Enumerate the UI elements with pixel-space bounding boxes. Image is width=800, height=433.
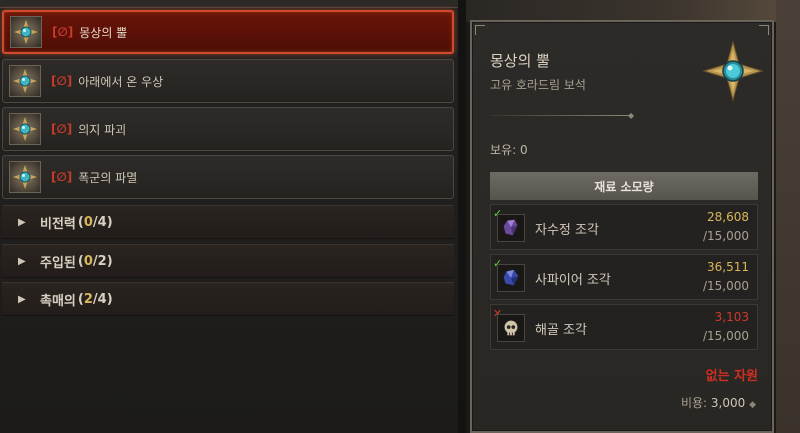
horadric-gem-icon	[9, 161, 41, 193]
category-label: 비전력	[40, 216, 76, 232]
cost-label: 비용:	[680, 396, 708, 410]
tooltip-subtitle: 고유 호라드림 보석	[490, 78, 586, 92]
material-have: 36,511	[707, 260, 749, 274]
horadric-gem-icon	[9, 65, 41, 97]
material-row: ✓ 사파이어 조각 36,511 /15,000	[490, 254, 758, 300]
list-top-edge	[0, 0, 458, 8]
gem-tooltip: 몽상의 뿔 고유 호라드림 보석 ◆ 보유: 0 재료 소모량 ✓ 자수정 조각…	[470, 20, 774, 433]
material-need: /15,000	[702, 329, 749, 343]
material-row: ✕ 해골 조각 3,103 /15,000	[490, 304, 758, 350]
missing-resources-warning: 없는 자원	[705, 369, 758, 384]
gem-item-will-breaker[interactable]: [∅] 의지 파괴	[2, 107, 454, 151]
tooltip-corner-ornament	[475, 25, 485, 35]
gem-label: 몽상의 뿔	[79, 25, 128, 40]
gem-item-idol-below[interactable]: [∅] 아래에서 온 우상	[2, 59, 454, 103]
category-label: 촉매의	[40, 293, 76, 309]
owned-count: 보유: 0	[490, 143, 528, 157]
category-count: (2/4)	[77, 291, 113, 307]
material-need: /15,000	[702, 279, 749, 293]
category-arcane[interactable]: ▶ 비전력 (0/4)	[2, 205, 454, 239]
gem-item-dream-horn[interactable]: [∅] 몽상의 뿔	[2, 10, 454, 54]
expand-arrow-icon: ▶	[18, 255, 26, 267]
skull-shard-icon	[497, 314, 525, 342]
materials-header: 재료 소모량	[490, 172, 758, 200]
gem-list-panel: [∅] 몽상의 뿔 [∅] 아래에서 온 우상 [∅] 의지 파괴 [∅] 폭군…	[0, 0, 462, 433]
amethyst-shard-icon	[497, 214, 525, 242]
category-infused[interactable]: ▶ 주입된 (0/2)	[2, 244, 454, 278]
gem-lock-mark: [∅]	[51, 170, 73, 184]
material-have: 3,103	[714, 310, 749, 324]
tooltip-separator	[490, 115, 630, 116]
horadric-gem-icon	[9, 113, 41, 145]
gem-label: 의지 파괴	[78, 122, 127, 137]
category-count: (0/2)	[77, 253, 113, 269]
sapphire-shard-icon	[497, 264, 525, 292]
material-name: 해골 조각	[535, 323, 587, 338]
panel-divider	[458, 0, 466, 433]
category-count: (0/4)	[77, 214, 113, 230]
background-top	[462, 0, 800, 22]
gem-lock-mark: [∅]	[51, 74, 73, 88]
tooltip-title: 몽상의 뿔	[490, 52, 550, 70]
gem-label: 아래에서 온 우상	[78, 74, 164, 89]
background-right	[776, 0, 800, 433]
expand-arrow-icon: ▶	[18, 293, 26, 305]
separator-diamond-icon: ◆	[628, 111, 635, 120]
category-catalyst[interactable]: ▶ 촉매의 (2/4)	[2, 282, 454, 316]
material-name: 사파이어 조각	[535, 273, 611, 288]
expand-arrow-icon: ▶	[18, 216, 26, 228]
horadric-gem-large-icon	[702, 40, 764, 102]
material-have: 28,608	[707, 210, 749, 224]
gem-label: 폭군의 파멸	[78, 170, 138, 185]
gem-lock-mark: [∅]	[52, 25, 74, 39]
gold-coin-icon: ◆	[749, 400, 756, 410]
cost-value: 3,000	[710, 396, 746, 410]
material-row: ✓ 자수정 조각 28,608 /15,000	[490, 204, 758, 250]
tooltip-corner-ornament	[759, 25, 769, 35]
material-need: /15,000	[702, 229, 749, 243]
material-name: 자수정 조각	[535, 223, 599, 238]
category-label: 주입된	[40, 255, 76, 271]
horadric-gem-icon	[10, 16, 42, 48]
cost-readout: 비용: 3,000 ◆	[681, 394, 756, 411]
gem-item-tyrant-bane[interactable]: [∅] 폭군의 파멸	[2, 155, 454, 199]
gem-lock-mark: [∅]	[51, 122, 73, 136]
